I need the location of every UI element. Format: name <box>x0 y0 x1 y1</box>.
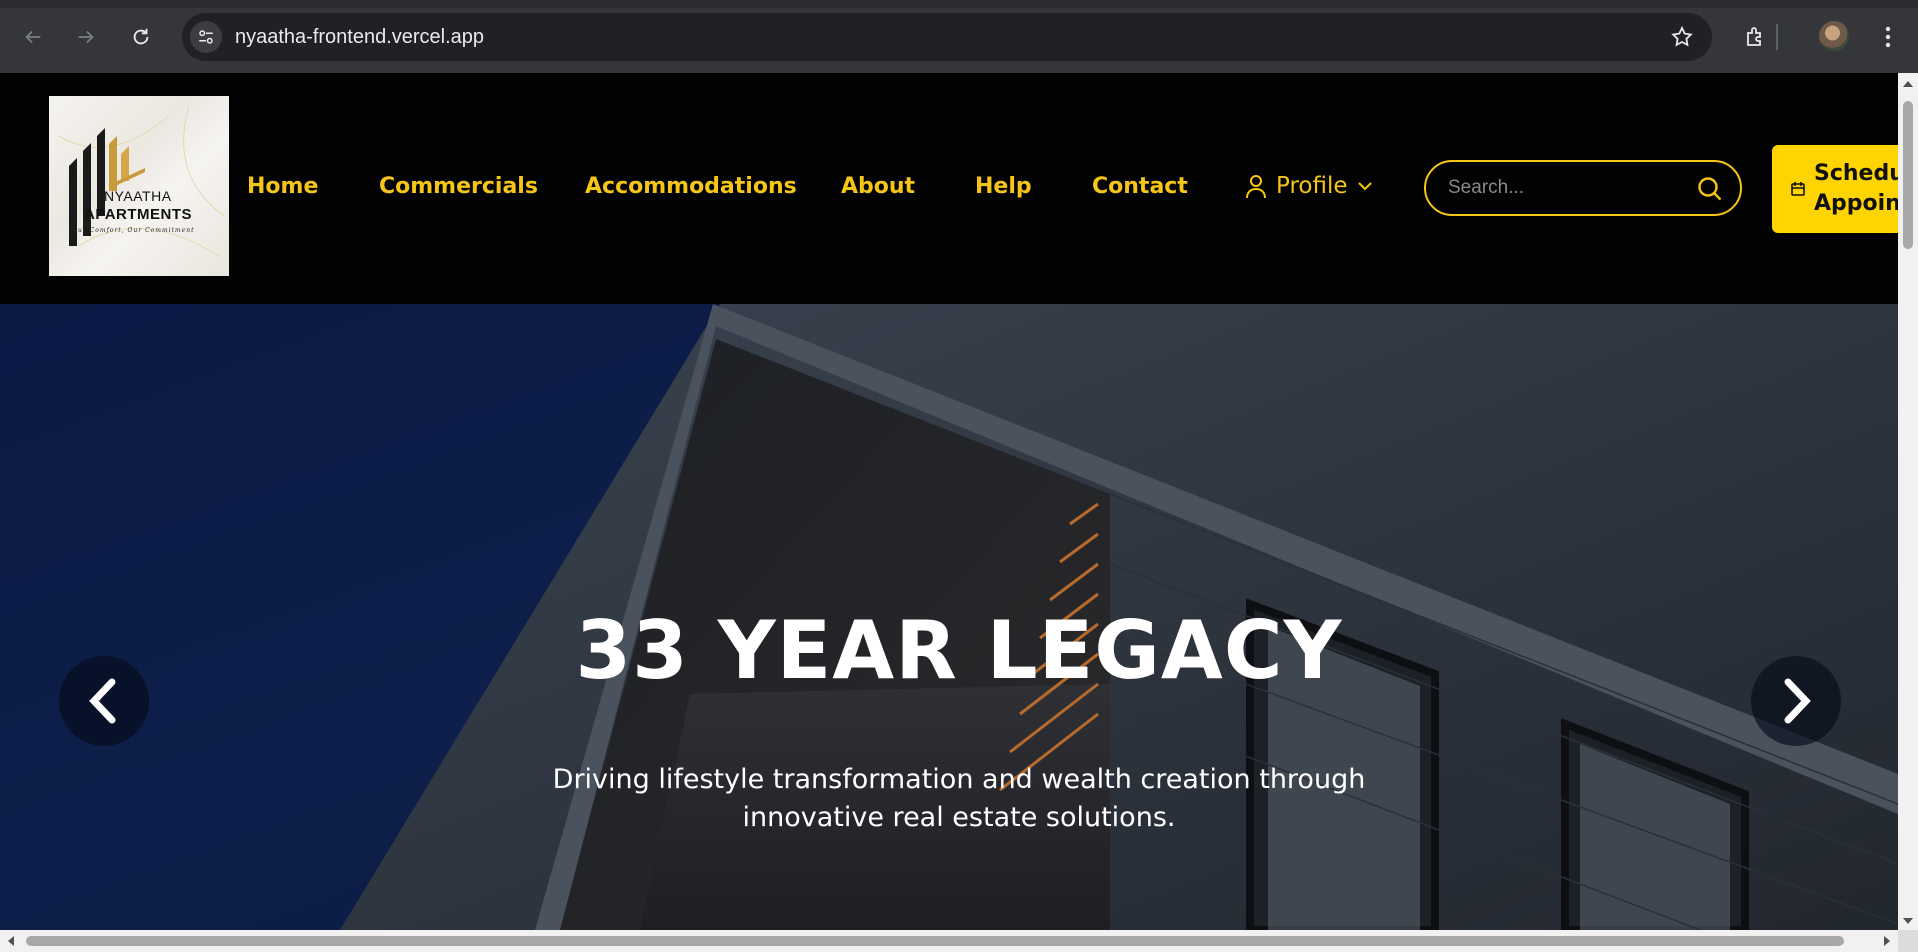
nav-contact[interactable]: Contact <box>1092 174 1188 199</box>
calendar-icon <box>1791 182 1805 196</box>
nav-commercials[interactable]: Commercials <box>379 174 538 199</box>
schedule-appointment-button[interactable]: Schedu Appoin <box>1772 145 1898 233</box>
carousel-prev-button[interactable] <box>59 656 149 746</box>
forward-icon[interactable] <box>71 22 101 52</box>
hero-carousel: 33 YEAR LEGACY Driving lifestyle transfo… <box>0 304 1898 930</box>
bookmark-star-icon[interactable] <box>1670 25 1694 53</box>
scroll-up-icon[interactable] <box>1898 77 1918 91</box>
vertical-scroll-thumb[interactable] <box>1903 101 1913 249</box>
scrollbar-corner <box>1898 930 1918 952</box>
chevron-down-icon <box>1357 182 1372 191</box>
back-icon[interactable] <box>18 22 48 52</box>
vertical-scrollbar[interactable] <box>1898 73 1918 930</box>
scroll-down-icon[interactable] <box>1898 914 1918 928</box>
carousel-next-button[interactable] <box>1751 656 1841 746</box>
url-text[interactable]: nyaatha-frontend.vercel.app <box>235 26 484 49</box>
search-input[interactable] <box>1448 174 1688 202</box>
logo[interactable]: NYAATHA APARTMENTS Your Comfort, Our Com… <box>49 96 229 276</box>
scroll-left-icon[interactable] <box>4 930 18 952</box>
logo-text-nyaatha: NYAATHA <box>104 188 172 204</box>
profile-avatar[interactable] <box>1819 21 1849 51</box>
search-box <box>1424 160 1742 216</box>
profile-menu[interactable]: Profile <box>1244 173 1374 199</box>
logo-tagline: Your Comfort, Our Commitment <box>69 227 195 234</box>
schedule-label-line1: Schedu <box>1814 161 1898 186</box>
search-icon[interactable] <box>1696 175 1724 203</box>
nav-home[interactable]: Home <box>247 174 318 199</box>
nav-accommodations[interactable]: Accommodations <box>585 174 797 199</box>
chevron-left-icon <box>89 678 116 724</box>
site-header: NYAATHA APARTMENTS Your Comfort, Our Com… <box>0 73 1898 304</box>
hero-subtitle: Driving lifestyle transformation and wea… <box>552 764 1366 833</box>
scroll-right-icon[interactable] <box>1880 930 1894 952</box>
horizontal-scrollbar[interactable] <box>0 930 1898 952</box>
schedule-label-line2: Appoin <box>1814 191 1898 216</box>
horizontal-scroll-thumb[interactable] <box>26 936 1844 946</box>
hero-title: 33 YEAR LEGACY <box>575 604 1343 697</box>
logo-text-apartments: APARTMENTS <box>84 206 193 223</box>
extensions-icon[interactable] <box>1740 22 1770 52</box>
page-viewport: NYAATHA APARTMENTS Your Comfort, Our Com… <box>0 73 1898 930</box>
user-icon <box>1246 175 1266 199</box>
nav-help[interactable]: Help <box>975 174 1032 199</box>
more-menu-icon[interactable] <box>1873 22 1903 52</box>
chevron-right-icon <box>1784 678 1811 724</box>
reload-icon[interactable] <box>126 22 156 52</box>
profile-label: Profile <box>1276 173 1348 199</box>
nav-about[interactable]: About <box>841 174 915 199</box>
toolbar-separator <box>1776 24 1778 50</box>
tab-strip <box>0 0 1918 8</box>
site-info-icon[interactable] <box>190 21 222 53</box>
browser-toolbar: nyaatha-frontend.vercel.app <box>0 0 1918 73</box>
address-bar[interactable]: nyaatha-frontend.vercel.app <box>182 13 1712 61</box>
